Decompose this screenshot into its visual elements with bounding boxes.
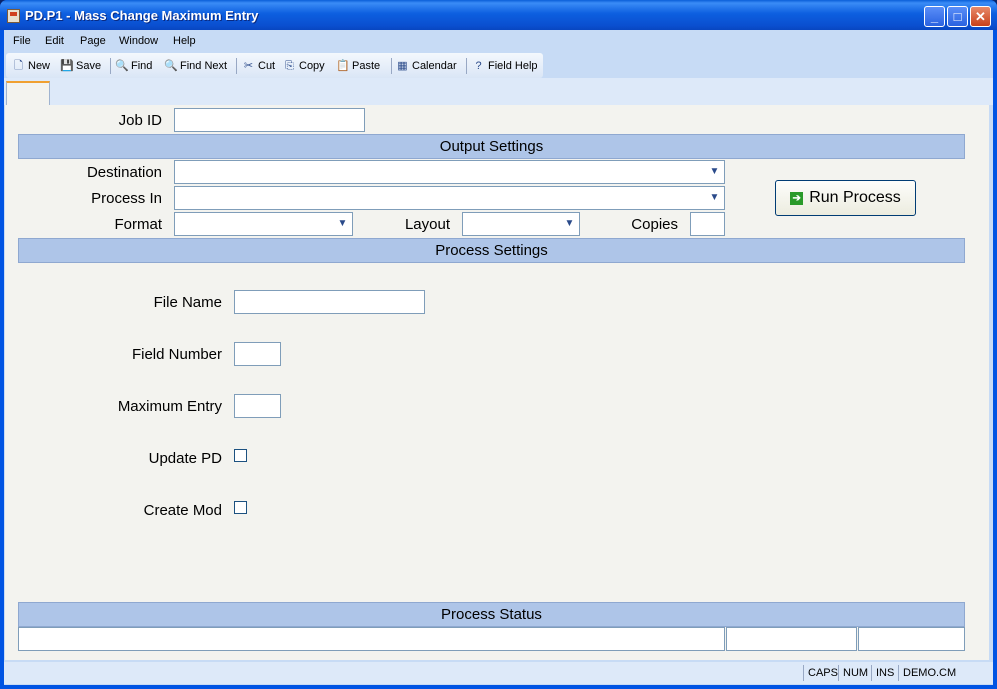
save-label: Save (76, 60, 102, 72)
window-title: PD.P1 - Mass Change Maximum Entry (25, 8, 259, 23)
form-panel: Job ID Output Settings Destination ▼ Pro… (5, 105, 989, 660)
process-settings-header: Process Settings (18, 238, 965, 263)
toolbar-separator (236, 58, 237, 74)
find-label: Find (131, 60, 153, 72)
destination-label: Destination (86, 164, 162, 181)
paste-button[interactable]: 📋 Paste (336, 57, 380, 75)
menu-window[interactable]: Window (119, 35, 158, 47)
minimize-button[interactable]: _ (924, 6, 945, 27)
binoculars-icon: 🔍 (115, 59, 129, 72)
format-label: Format (114, 216, 162, 233)
calendar-icon: ▦ (397, 59, 408, 72)
destination-select[interactable]: ▼ (174, 160, 725, 184)
new-icon: 🗋 (14, 59, 23, 72)
save-icon: 💾 (60, 59, 74, 72)
chevron-down-icon[interactable]: ▼ (707, 163, 722, 181)
copies-field[interactable] (690, 212, 725, 236)
account-indicator: DEMO.CM (898, 665, 956, 681)
toolbar-separator (466, 58, 467, 74)
new-button[interactable]: 🗋 New (12, 57, 50, 75)
toolbar: 🗋 New 💾 Save 🔍 Find 🔍 Find Next ✂ Cut ⎘ Copy 📋… (6, 53, 543, 78)
layout-select[interactable]: ▼ (462, 212, 580, 236)
create-mod-label: Create Mod (143, 502, 222, 519)
toolbar-separator (391, 58, 392, 74)
status-bar: CAPS NUM INS DEMO.CM (4, 662, 993, 684)
process-in-label: Process In (91, 190, 162, 207)
copy-button[interactable]: ⎘ Copy (283, 57, 325, 75)
calendar-label: Calendar (412, 60, 457, 72)
new-label: New (28, 60, 51, 72)
copies-label: Copies (631, 216, 678, 233)
maximum-entry-label: Maximum Entry (117, 398, 222, 415)
title-bar[interactable]: PD.P1 - Mass Change Maximum Entry _ □ ✕ (0, 0, 997, 30)
update-pd-checkbox[interactable] (234, 449, 247, 462)
menu-page[interactable]: Page (80, 35, 106, 47)
menu-file[interactable]: File (13, 35, 31, 47)
menu-bar: File Edit Page Window Help (4, 30, 993, 52)
save-button[interactable]: 💾 Save (60, 57, 101, 75)
output-settings-header: Output Settings (18, 134, 965, 159)
find-button[interactable]: 🔍 Find (115, 57, 152, 75)
calendar-button[interactable]: ▦ Calendar (396, 57, 457, 75)
run-process-button[interactable]: ➔ Run Process (775, 180, 916, 216)
scissors-icon: ✂ (243, 59, 254, 72)
tab-strip (4, 78, 993, 106)
file-name-field[interactable] (234, 290, 425, 314)
process-in-select[interactable]: ▼ (174, 186, 725, 210)
field-help-button[interactable]: ? Field Help (472, 57, 538, 75)
close-button[interactable]: ✕ (970, 6, 991, 27)
run-process-label: Run Process (809, 189, 901, 206)
job-id-field[interactable] (174, 108, 365, 132)
find-next-button[interactable]: 🔍 Find Next (164, 57, 227, 75)
maximize-button[interactable]: □ (947, 6, 968, 27)
create-mod-checkbox[interactable] (234, 501, 247, 514)
paste-icon: 📋 (336, 59, 350, 72)
app-window: PD.P1 - Mass Change Maximum Entry _ □ ✕ … (0, 0, 997, 689)
toolbar-separator (110, 58, 111, 74)
chevron-down-icon[interactable]: ▼ (707, 189, 722, 207)
paste-label: Paste (352, 60, 381, 72)
cut-label: Cut (258, 60, 276, 72)
app-icon (7, 9, 20, 23)
field-number-label: Field Number (131, 346, 222, 363)
caps-indicator: CAPS (803, 665, 838, 681)
cut-button[interactable]: ✂ Cut (242, 57, 275, 75)
update-pd-label: Update PD (148, 450, 222, 467)
process-status-header: Process Status (18, 602, 965, 627)
layout-label: Layout (404, 216, 450, 233)
help-icon: ? (475, 59, 482, 72)
process-status-count (858, 627, 965, 651)
menu-help[interactable]: Help (173, 35, 196, 47)
field-help-label: Field Help (488, 60, 538, 72)
copy-label: Copy (299, 60, 325, 72)
chevron-down-icon[interactable]: ▼ (335, 215, 350, 233)
num-indicator: NUM (838, 665, 868, 681)
job-id-label: Job ID (118, 112, 162, 129)
find-next-label: Find Next (180, 60, 228, 72)
file-name-label: File Name (153, 294, 222, 311)
client-area: File Edit Page Window Help 🗋 New 💾 Save 🔍 F… (4, 30, 993, 685)
maximum-entry-field[interactable] (234, 394, 281, 418)
ins-indicator: INS (871, 665, 894, 681)
find-next-icon: 🔍 (164, 59, 178, 72)
field-number-field[interactable] (234, 342, 281, 366)
copy-icon: ⎘ (285, 59, 294, 72)
run-arrow-icon: ➔ (790, 191, 804, 205)
tab-main[interactable] (6, 81, 50, 106)
menu-edit[interactable]: Edit (45, 35, 64, 47)
process-status-progress (726, 627, 857, 651)
process-status-message (18, 627, 725, 651)
format-select[interactable]: ▼ (174, 212, 353, 236)
chevron-down-icon[interactable]: ▼ (562, 215, 577, 233)
